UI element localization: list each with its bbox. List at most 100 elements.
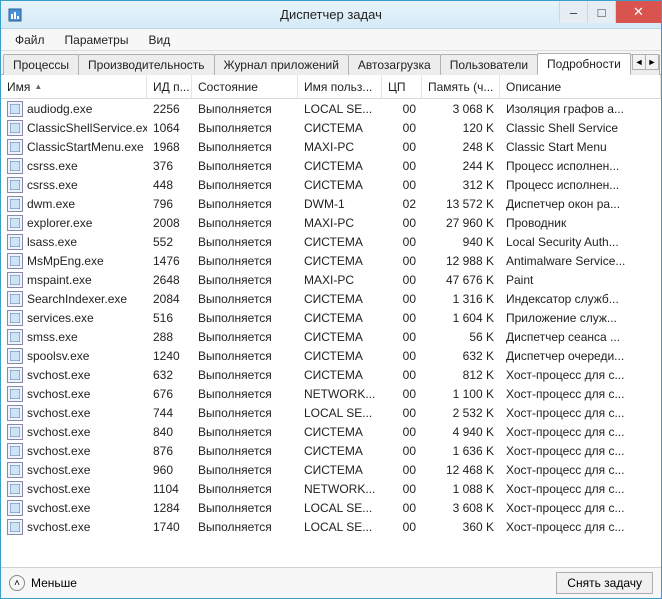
column-header-cpu[interactable]: ЦП xyxy=(382,75,422,98)
cell-mem: 56 K xyxy=(422,327,500,346)
table-row[interactable]: audiodg.exe2256ВыполняетсяLOCAL SE...003… xyxy=(1,99,661,118)
maximize-button[interactable]: □ xyxy=(587,1,615,23)
cell-name: explorer.exe xyxy=(1,213,147,232)
cell-desc: Приложение служ... xyxy=(500,308,661,327)
process-name: services.exe xyxy=(27,311,94,325)
table-row[interactable]: explorer.exe2008ВыполняетсяMAXI-PC0027 9… xyxy=(1,213,661,232)
cell-pid: 1968 xyxy=(147,137,192,156)
process-name: svchost.exe xyxy=(27,368,90,382)
cell-mem: 1 316 K xyxy=(422,289,500,308)
column-header-user[interactable]: Имя польз... xyxy=(298,75,382,98)
cell-mem: 632 K xyxy=(422,346,500,365)
tab-startup[interactable]: Автозагрузка xyxy=(348,54,441,75)
sort-asc-icon: ▲ xyxy=(34,82,42,91)
cell-name: svchost.exe xyxy=(1,517,147,536)
table-row[interactable]: mspaint.exe2648ВыполняетсяMAXI-PC0047 67… xyxy=(1,270,661,289)
cell-mem: 4 940 K xyxy=(422,422,500,441)
cell-mem: 3 068 K xyxy=(422,99,500,118)
column-header-pid[interactable]: ИД п... xyxy=(147,75,192,98)
menu-options[interactable]: Параметры xyxy=(55,31,139,49)
cell-state: Выполняется xyxy=(192,479,298,498)
table-row[interactable]: svchost.exe744ВыполняетсяLOCAL SE...002 … xyxy=(1,403,661,422)
process-name: explorer.exe xyxy=(27,216,92,230)
cell-mem: 360 K xyxy=(422,517,500,536)
cell-cpu: 00 xyxy=(382,213,422,232)
minimize-button[interactable]: – xyxy=(559,1,587,23)
cell-cpu: 00 xyxy=(382,384,422,403)
table-row[interactable]: SearchIndexer.exe2084ВыполняетсяСИСТЕМА0… xyxy=(1,289,661,308)
cell-desc: Classic Start Menu xyxy=(500,137,661,156)
table-row[interactable]: services.exe516ВыполняетсяСИСТЕМА001 604… xyxy=(1,308,661,327)
table-row[interactable]: csrss.exe376ВыполняетсяСИСТЕМА00244 KПро… xyxy=(1,156,661,175)
cell-state: Выполняется xyxy=(192,251,298,270)
tab-processes[interactable]: Процессы xyxy=(3,54,79,75)
table-row[interactable]: ClassicShellService.exe1064ВыполняетсяСИ… xyxy=(1,118,661,137)
cell-cpu: 00 xyxy=(382,99,422,118)
cell-cpu: 00 xyxy=(382,118,422,137)
cell-cpu: 00 xyxy=(382,441,422,460)
cell-user: СИСТЕМА xyxy=(298,422,382,441)
column-header-mem[interactable]: Память (ч... xyxy=(422,75,500,98)
tab-details[interactable]: Подробности xyxy=(537,53,631,75)
process-name: csrss.exe xyxy=(27,178,78,192)
column-header-desc[interactable]: Описание xyxy=(500,75,661,98)
cell-state: Выполняется xyxy=(192,384,298,403)
table-row[interactable]: svchost.exe960ВыполняетсяСИСТЕМА0012 468… xyxy=(1,460,661,479)
cell-desc: Paint xyxy=(500,270,661,289)
cell-pid: 632 xyxy=(147,365,192,384)
cell-name: svchost.exe xyxy=(1,460,147,479)
titlebar[interactable]: Диспетчер задач – □ ✕ xyxy=(1,1,661,29)
column-header-state[interactable]: Состояние xyxy=(192,75,298,98)
end-task-button[interactable]: Снять задачу xyxy=(556,572,653,594)
cell-user: СИСТЕМА xyxy=(298,289,382,308)
process-name: SearchIndexer.exe xyxy=(27,292,127,306)
cell-user: СИСТЕМА xyxy=(298,460,382,479)
cell-state: Выполняется xyxy=(192,327,298,346)
table-row[interactable]: svchost.exe1104ВыполняетсяNETWORK...001 … xyxy=(1,479,661,498)
cell-cpu: 00 xyxy=(382,175,422,194)
table-row[interactable]: svchost.exe876ВыполняетсяСИСТЕМА001 636 … xyxy=(1,441,661,460)
cell-user: LOCAL SE... xyxy=(298,99,382,118)
cell-pid: 1104 xyxy=(147,479,192,498)
table-row[interactable]: ClassicStartMenu.exe1968ВыполняетсяMAXI-… xyxy=(1,137,661,156)
table-row[interactable]: svchost.exe840ВыполняетсяСИСТЕМА004 940 … xyxy=(1,422,661,441)
table-row[interactable]: lsass.exe552ВыполняетсяСИСТЕМА00940 KLoc… xyxy=(1,232,661,251)
process-name: ClassicStartMenu.exe xyxy=(27,140,144,154)
table-row[interactable]: svchost.exe1740ВыполняетсяLOCAL SE...003… xyxy=(1,517,661,536)
fewer-details-button[interactable]: ˄ Меньше xyxy=(9,575,77,591)
close-button[interactable]: ✕ xyxy=(615,1,661,23)
cell-mem: 940 K xyxy=(422,232,500,251)
table-body[interactable]: audiodg.exe2256ВыполняетсяLOCAL SE...003… xyxy=(1,99,661,566)
cell-name: csrss.exe xyxy=(1,175,147,194)
tab-scroll-right[interactable]: ► xyxy=(645,54,659,70)
cell-cpu: 00 xyxy=(382,327,422,346)
table-row[interactable]: svchost.exe632ВыполняетсяСИСТЕМА00812 KХ… xyxy=(1,365,661,384)
table-row[interactable]: csrss.exe448ВыполняетсяСИСТЕМА00312 KПро… xyxy=(1,175,661,194)
menu-file[interactable]: Файл xyxy=(5,31,55,49)
process-name: svchost.exe xyxy=(27,520,90,534)
table-row[interactable]: smss.exe288ВыполняетсяСИСТЕМА0056 KДиспе… xyxy=(1,327,661,346)
cell-user: MAXI-PC xyxy=(298,137,382,156)
table-row[interactable]: spoolsv.exe1240ВыполняетсяСИСТЕМА00632 K… xyxy=(1,346,661,365)
table-row[interactable]: dwm.exe796ВыполняетсяDWM-10213 572 KДисп… xyxy=(1,194,661,213)
cell-user: СИСТЕМА xyxy=(298,308,382,327)
cell-user: СИСТЕМА xyxy=(298,118,382,137)
cell-name: spoolsv.exe xyxy=(1,346,147,365)
tab-scroll-left[interactable]: ◄ xyxy=(632,54,646,70)
cell-pid: 288 xyxy=(147,327,192,346)
table-row[interactable]: svchost.exe1284ВыполняетсяLOCAL SE...003… xyxy=(1,498,661,517)
folder-icon xyxy=(7,215,23,231)
cell-pid: 840 xyxy=(147,422,192,441)
menu-view[interactable]: Вид xyxy=(138,31,180,49)
tab-app-history[interactable]: Журнал приложений xyxy=(214,54,349,75)
cell-mem: 1 088 K xyxy=(422,479,500,498)
cell-state: Выполняется xyxy=(192,517,298,536)
table-row[interactable]: MsMpEng.exe1476ВыполняетсяСИСТЕМА0012 98… xyxy=(1,251,661,270)
tab-users[interactable]: Пользователи xyxy=(440,54,538,75)
cell-state: Выполняется xyxy=(192,346,298,365)
cell-pid: 2084 xyxy=(147,289,192,308)
column-header-name[interactable]: Имя▲ xyxy=(1,75,147,98)
table-row[interactable]: svchost.exe676ВыполняетсяNETWORK...001 1… xyxy=(1,384,661,403)
cell-state: Выполняется xyxy=(192,498,298,517)
tab-performance[interactable]: Производительность xyxy=(78,54,214,75)
